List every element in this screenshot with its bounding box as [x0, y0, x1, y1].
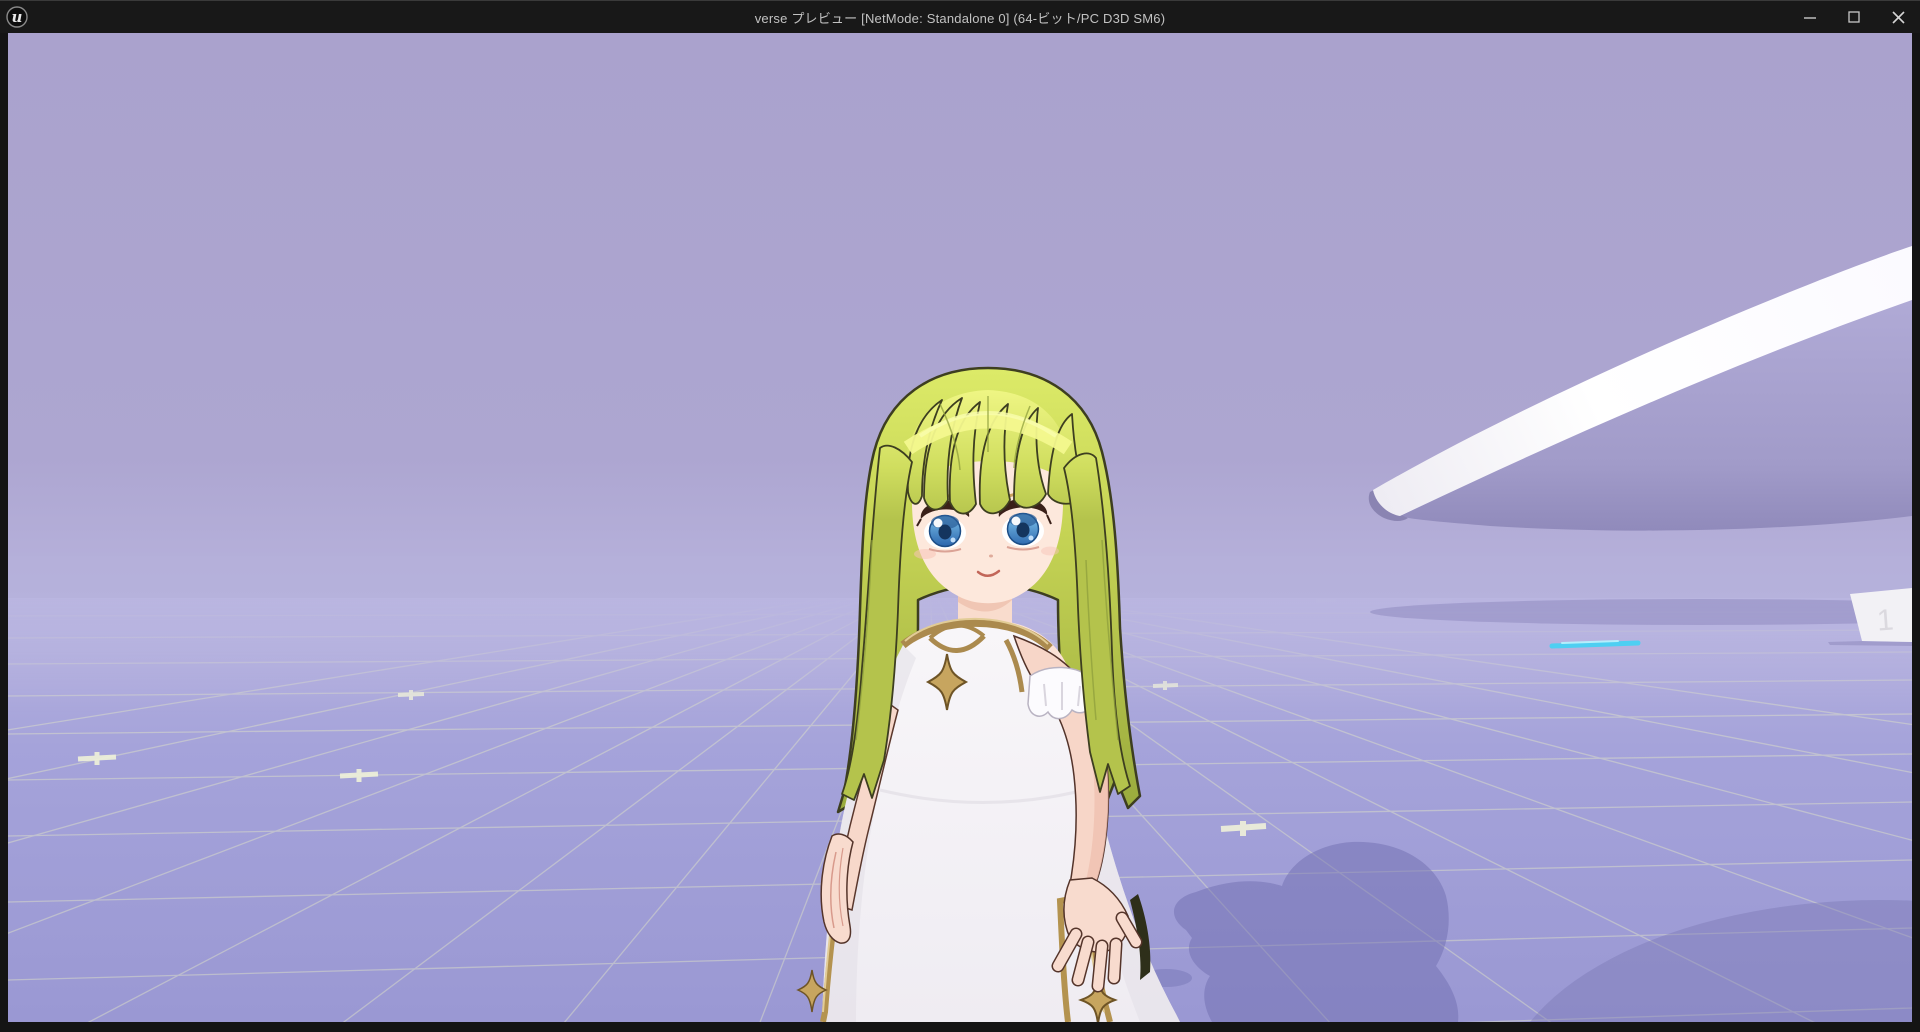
nose: [989, 555, 993, 558]
unreal-logo-icon: u: [5, 5, 29, 29]
window-controls: [1788, 1, 1920, 33]
maximize-button[interactable]: [1832, 1, 1876, 33]
unreal-preview-window: u verse プレビュー [NetMode: Standalone 0] (6…: [0, 0, 1920, 1032]
titlebar: u verse プレビュー [NetMode: Standalone 0] (6…: [0, 0, 1920, 33]
close-button[interactable]: [1876, 1, 1920, 33]
minimize-icon: [1803, 10, 1817, 24]
svg-text:u: u: [12, 8, 23, 26]
game-viewport[interactable]: 1: [8, 33, 1912, 1022]
blush-right: [1041, 547, 1059, 556]
minimize-button[interactable]: [1788, 1, 1832, 33]
maximize-icon: [1847, 10, 1861, 24]
window-bottom-border: [0, 1022, 1920, 1032]
close-icon: [1891, 10, 1906, 25]
sign-text: 1: [1876, 603, 1895, 637]
window-title: verse プレビュー [NetMode: Standalone 0] (64-…: [0, 8, 1920, 27]
